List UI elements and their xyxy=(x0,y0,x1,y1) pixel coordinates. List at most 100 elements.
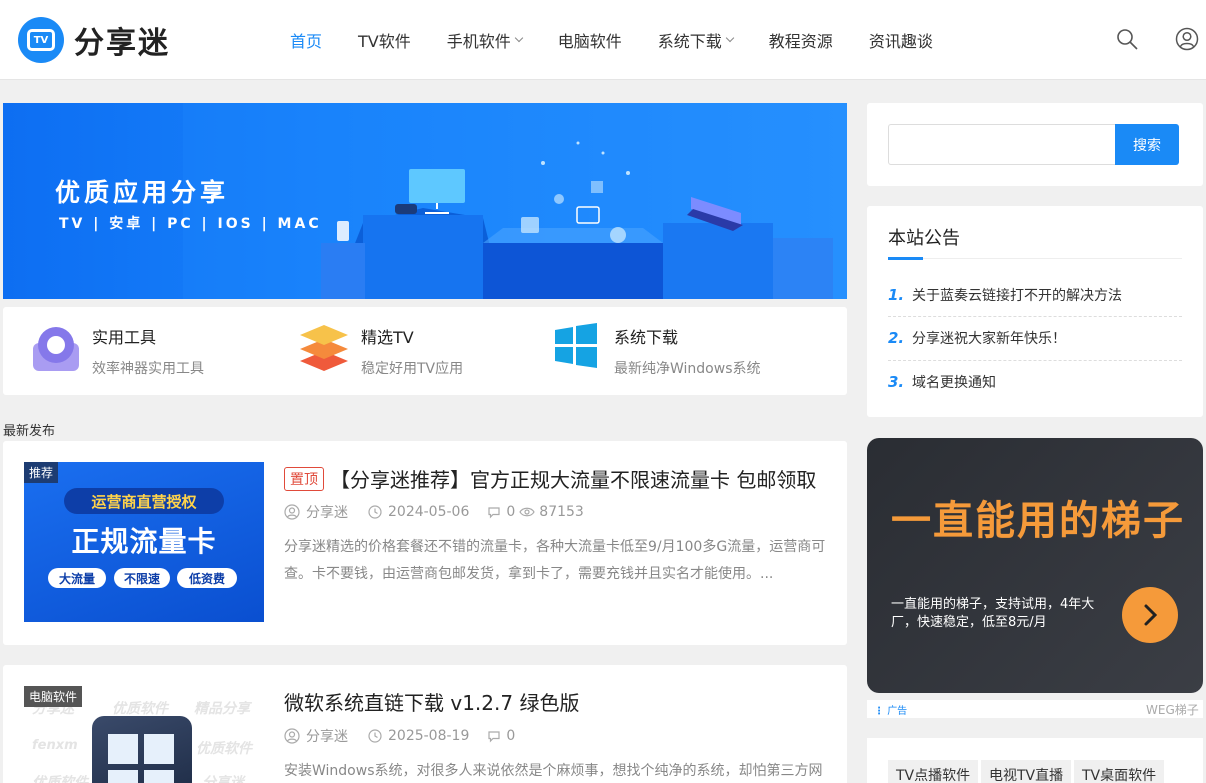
toolbox-icon xyxy=(33,327,79,371)
category-desc: 最新纯净Windows系统 xyxy=(614,361,761,377)
chevron-down-icon xyxy=(725,33,735,43)
search-button[interactable]: 搜索 xyxy=(1115,124,1179,165)
post-title[interactable]: 置顶 【分享迷推荐】官方正规大流量不限速流量卡 包邮领取 xyxy=(284,464,816,493)
user-icon[interactable] xyxy=(1175,27,1199,51)
nav-news[interactable]: 资讯趣谈 xyxy=(869,28,933,52)
user-icon xyxy=(284,504,300,520)
site-header: TV 分享迷 首页 TV软件 手机软件 电脑软件 系统下载 教程资源 资讯趣谈 xyxy=(0,0,1206,80)
watermark-text: 精品分享 xyxy=(194,701,250,717)
windows-icon xyxy=(555,323,597,368)
hero-banner[interactable]: 优质应用分享 TV | 安卓 | PC | IOS | MAC xyxy=(3,103,847,299)
nav-home[interactable]: 首页 xyxy=(290,28,322,52)
post-meta: 分享迷 2024-05-06 0 87153 xyxy=(284,502,584,522)
ad-label: ⋮ 广告 xyxy=(874,706,908,717)
category-tv[interactable]: 精选TV 稳定好用TV应用 xyxy=(298,321,463,378)
notice-item[interactable]: 3. 域名更换通知 xyxy=(888,372,1182,392)
category-tools[interactable]: 实用工具 效率神器实用工具 xyxy=(31,323,204,378)
post-comments[interactable]: 0 xyxy=(487,728,515,744)
comment-count: 0 xyxy=(506,728,516,744)
comment-icon xyxy=(488,731,500,743)
nav-label: TV软件 xyxy=(358,32,411,51)
post-date: 2024-05-06 xyxy=(368,504,469,520)
post-meta: 分享迷 2025-08-19 0 xyxy=(284,726,515,746)
ad-label-text: 广告 xyxy=(887,706,908,717)
category-desc: 效率神器实用工具 xyxy=(92,361,204,377)
post-excerpt: 分享迷精选的价格套餐还不错的流量卡，各种大流量卡低至9/月100多G流量，运营商… xyxy=(284,539,826,582)
watermark-text: 优质软件 xyxy=(196,741,252,757)
sticky-badge: 置顶 xyxy=(284,467,324,491)
notice-item[interactable]: 1. 关于蓝奏云链接打不开的解决方法 xyxy=(888,285,1182,305)
tag-chip[interactable]: TV桌面软件 xyxy=(1074,760,1165,783)
category-row: 实用工具 效率神器实用工具 精选TV 稳定好用TV应用 系统下载 最新纯净Win… xyxy=(3,307,847,395)
ad-brand[interactable]: WEG梯子 xyxy=(1146,701,1199,718)
app-icon xyxy=(92,716,192,783)
thumb-chip: 大流量 xyxy=(48,568,106,588)
clock-icon xyxy=(368,505,382,519)
date-text: 2024-05-06 xyxy=(388,504,470,520)
post-title[interactable]: 微软系统直链下载 v1.2.7 绿色版 xyxy=(284,687,579,716)
divider xyxy=(888,360,1182,361)
post-views: 87153 xyxy=(519,504,584,520)
notice-text: 关于蓝奏云链接打不开的解决方法 xyxy=(912,288,1122,304)
nav-label: 首页 xyxy=(290,32,323,51)
notice-number: 2. xyxy=(888,329,905,347)
thumb-top-text: 运营商直营授权 xyxy=(64,488,224,514)
notice-item[interactable]: 2. 分享迷祝大家新年快乐！ xyxy=(888,328,1182,348)
layers-icon xyxy=(300,325,348,371)
comment-icon xyxy=(488,507,500,519)
post-author[interactable]: 分享迷 xyxy=(284,726,348,746)
tag-chip[interactable]: 电视TV直播 xyxy=(981,760,1072,783)
comment-count: 0 xyxy=(506,504,516,520)
category-title: 系统下载 xyxy=(614,328,679,347)
notice-number: 3. xyxy=(888,373,905,391)
ad-text: 一直能用的梯子，支持试用，4年大厂，快速稳定，低至8元/月 xyxy=(891,597,1095,630)
category-desc: 稳定好用TV应用 xyxy=(361,361,464,377)
nav-system-download[interactable]: 系统下载 xyxy=(657,28,735,52)
category-system[interactable]: 系统下载 最新纯净Windows系统 xyxy=(553,322,761,378)
notice-text: 分享迷祝大家新年快乐！ xyxy=(912,331,1066,347)
watermark-text: fenxm xyxy=(32,738,78,753)
thumb-chip: 不限速 xyxy=(114,568,170,588)
chevron-right-icon xyxy=(1144,604,1158,626)
ad-go-button[interactable] xyxy=(1122,587,1178,643)
watermark-text: 分享迷 xyxy=(202,775,244,783)
thumb-chip: 低资费 xyxy=(177,568,237,588)
logo-badge: TV xyxy=(27,29,55,51)
nav-label: 教程资源 xyxy=(768,32,833,51)
search-input[interactable] xyxy=(888,124,1116,165)
search-icon[interactable] xyxy=(1115,27,1139,51)
post-author[interactable]: 分享迷 xyxy=(284,502,348,522)
site-logo[interactable]: TV 分享迷 xyxy=(18,17,170,63)
post-tag[interactable]: 电脑软件 xyxy=(24,686,83,707)
author-name: 分享迷 xyxy=(306,505,348,521)
divider xyxy=(888,316,1182,317)
post-thumbnail[interactable]: 分享迷 优质软件 精品分享 fenxm 优质软件 优质软件 分享迷 电脑软件 xyxy=(24,686,264,783)
post-date: 2025-08-19 xyxy=(368,728,469,744)
ad-headline: 一直能用的梯子 xyxy=(891,498,1185,544)
category-title: 精选TV xyxy=(361,328,414,347)
watermark-text: 优质软件 xyxy=(112,701,168,717)
tag-chip[interactable]: TV点播软件 xyxy=(888,760,979,783)
post-comments[interactable]: 0 xyxy=(487,504,515,520)
clock-icon xyxy=(368,729,382,743)
ad-banner[interactable]: 一直能用的梯子 一直能用的梯子，支持试用，4年大厂，快速稳定，低至8元/月 xyxy=(867,438,1203,693)
watermark-text: 优质软件 xyxy=(32,775,88,783)
nav-label: 系统下载 xyxy=(657,32,722,51)
nav-label: 资讯趣谈 xyxy=(868,32,933,51)
tv-logo-icon: TV xyxy=(18,17,64,63)
author-name: 分享迷 xyxy=(306,729,348,745)
logo-text: 分享迷 xyxy=(74,26,170,61)
nav-tv-software[interactable]: TV软件 xyxy=(358,28,411,52)
post-thumbnail[interactable]: 运营商直营授权 正规流量卡 大流量 不限速 低资费 推荐 xyxy=(24,462,264,622)
nav-pc-software[interactable]: 电脑软件 xyxy=(558,28,622,52)
user-icon xyxy=(284,728,300,744)
nav-mobile-software[interactable]: 手机软件 xyxy=(447,28,524,52)
nav-tutorials[interactable]: 教程资源 xyxy=(769,28,833,52)
thumb-main-text: 正规流量卡 xyxy=(71,525,217,558)
section-latest-label: 最新发布 xyxy=(3,424,56,439)
post-tag[interactable]: 推荐 xyxy=(24,462,59,483)
notice-text: 域名更换通知 xyxy=(912,375,996,391)
banner-subtitle: TV | 安卓 | PC | IOS | MAC xyxy=(59,216,322,232)
title-accent xyxy=(888,257,923,260)
chevron-down-icon xyxy=(514,33,524,43)
